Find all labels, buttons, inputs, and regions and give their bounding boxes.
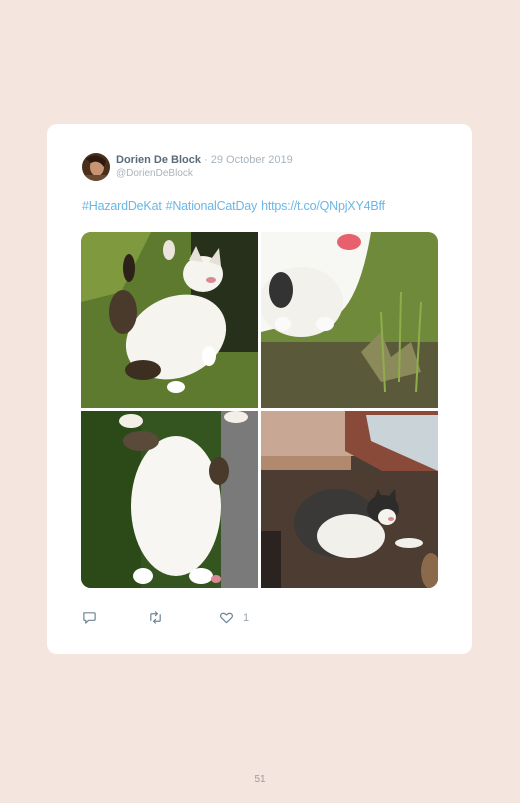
hashtag-link[interactable]: #NationalCatDay bbox=[166, 199, 258, 213]
separator-dot: · bbox=[204, 154, 208, 166]
hashtag-link[interactable]: #HazardDeKat bbox=[82, 199, 162, 213]
heart-icon bbox=[219, 612, 234, 624]
avatar-image bbox=[82, 153, 110, 181]
photo-cat-rolling-grass[interactable] bbox=[81, 232, 258, 408]
reply-icon bbox=[83, 612, 96, 624]
retweet-icon bbox=[150, 611, 161, 624]
like-button[interactable]: 1 bbox=[219, 610, 249, 625]
author-handle[interactable]: @DorienDeBlock bbox=[116, 168, 193, 179]
like-count: 1 bbox=[243, 611, 250, 624]
photo-image bbox=[81, 232, 258, 408]
photo-image bbox=[261, 411, 438, 588]
photo-image bbox=[261, 232, 438, 408]
photo-cat-belly-up[interactable] bbox=[81, 411, 258, 588]
page-number: 51 bbox=[254, 774, 266, 785]
photo-cat-doormat[interactable] bbox=[261, 411, 438, 588]
tweet-date[interactable]: 29 October 2019 bbox=[211, 154, 293, 166]
tweet-card: Dorien De Block · 29 October 2019 @Dorie… bbox=[47, 124, 472, 654]
author-line: Dorien De Block · 29 October 2019 bbox=[116, 154, 293, 166]
media-grid bbox=[81, 232, 438, 588]
reply-button[interactable] bbox=[82, 610, 97, 625]
photo-cat-tongue-grass[interactable] bbox=[261, 232, 438, 408]
tweet-text: #HazardDeKat #NationalCatDay https://t.co/… bbox=[82, 199, 389, 213]
author-name[interactable]: Dorien De Block bbox=[116, 154, 201, 166]
tweet-url-link[interactable]: https://t.co/QNpjXY4Bff bbox=[261, 199, 385, 213]
avatar[interactable] bbox=[82, 153, 110, 181]
photo-image bbox=[81, 411, 258, 588]
retweet-button[interactable] bbox=[148, 610, 163, 625]
